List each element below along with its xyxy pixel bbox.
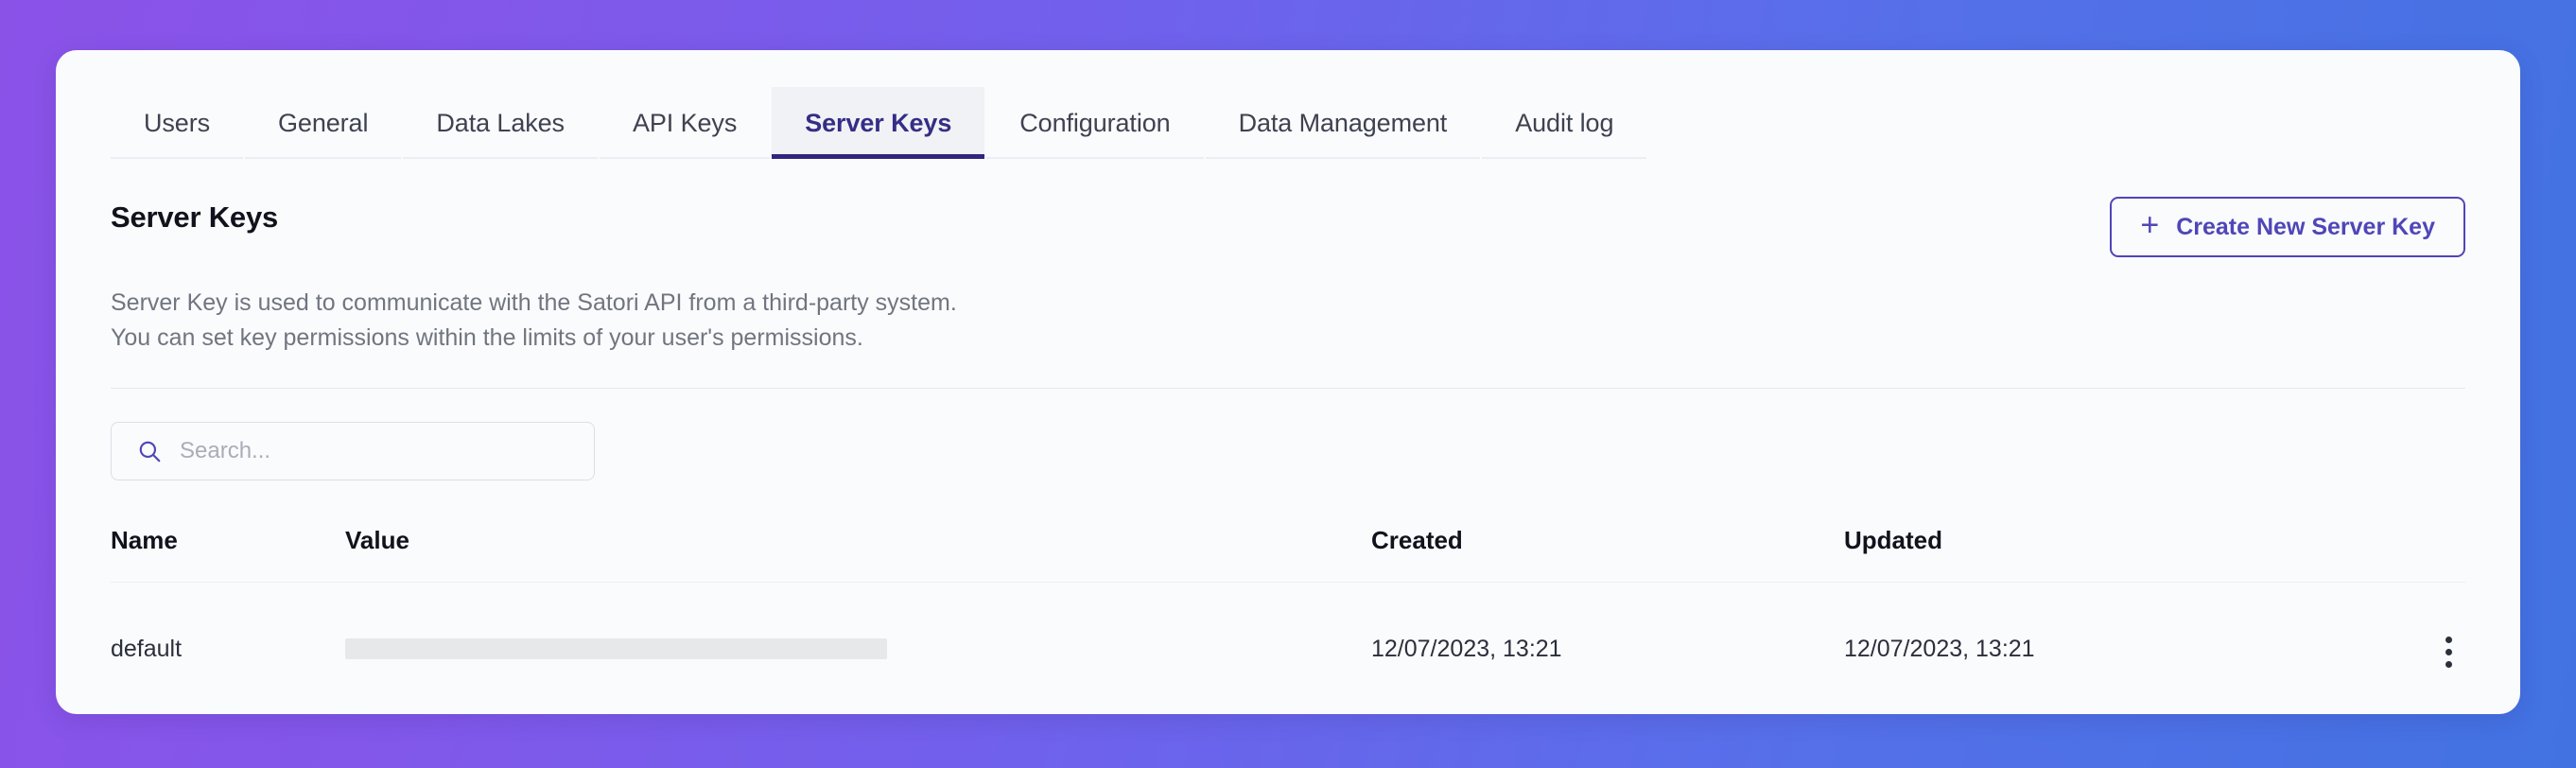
plus-icon: +	[2140, 207, 2160, 243]
cell-created: 12/07/2023, 13:21	[1371, 635, 1562, 662]
column-header-created[interactable]: Created	[1371, 526, 1844, 583]
tab-server-keys[interactable]: Server Keys	[772, 87, 985, 159]
column-header-name[interactable]: Name	[111, 526, 345, 583]
section-description: Server Key is used to communicate with t…	[111, 286, 2465, 356]
page-title: Server Keys	[111, 201, 279, 234]
description-line-2: You can set key permissions within the l…	[111, 324, 863, 351]
description-line-1: Server Key is used to communicate with t…	[111, 289, 957, 316]
create-new-server-key-button[interactable]: + Create New Server Key	[2110, 197, 2465, 257]
kebab-dot-2	[2445, 649, 2452, 655]
column-header-actions	[2374, 526, 2465, 583]
cell-actions	[2374, 583, 2465, 676]
kebab-dot-3	[2445, 661, 2452, 668]
tab-data-management[interactable]: Data Management	[1205, 87, 1481, 159]
kebab-menu-icon[interactable]	[2432, 629, 2465, 675]
settings-card: Users General Data Lakes API Keys Server…	[56, 50, 2520, 714]
table-header-row: Name Value Created Updated	[111, 526, 2465, 583]
server-keys-section: Server Keys + Create New Server Key Serv…	[56, 159, 2520, 675]
table-body: default 12/07/2023, 13:21 12/07/2023, 13…	[111, 583, 2465, 676]
tab-configuration[interactable]: Configuration	[986, 87, 1204, 159]
tab-general[interactable]: General	[245, 87, 402, 159]
cell-updated: 12/07/2023, 13:21	[1844, 635, 2035, 662]
cell-value	[345, 583, 1371, 676]
column-header-updated[interactable]: Updated	[1844, 526, 2374, 583]
column-header-value[interactable]: Value	[345, 526, 1371, 583]
search-container	[111, 422, 595, 480]
create-new-server-key-label: Create New Server Key	[2176, 213, 2435, 240]
table-row[interactable]: default 12/07/2023, 13:21 12/07/2023, 13…	[111, 583, 2465, 676]
server-keys-table: Name Value Created Updated default 12/07…	[111, 526, 2465, 675]
section-header: Server Keys + Create New Server Key	[111, 159, 2465, 257]
tab-api-keys[interactable]: API Keys	[599, 87, 771, 159]
search-input[interactable]	[111, 422, 595, 480]
kebab-dot-1	[2445, 637, 2452, 643]
tab-audit-log[interactable]: Audit log	[1482, 87, 1647, 159]
tab-data-lakes[interactable]: Data Lakes	[403, 87, 598, 159]
table-header: Name Value Created Updated	[111, 526, 2465, 583]
masked-value-bar	[345, 638, 887, 659]
cell-name: default	[111, 635, 183, 662]
tab-users[interactable]: Users	[111, 87, 244, 159]
section-divider	[111, 388, 2465, 389]
settings-tabbar: Users General Data Lakes API Keys Server…	[56, 50, 2520, 159]
